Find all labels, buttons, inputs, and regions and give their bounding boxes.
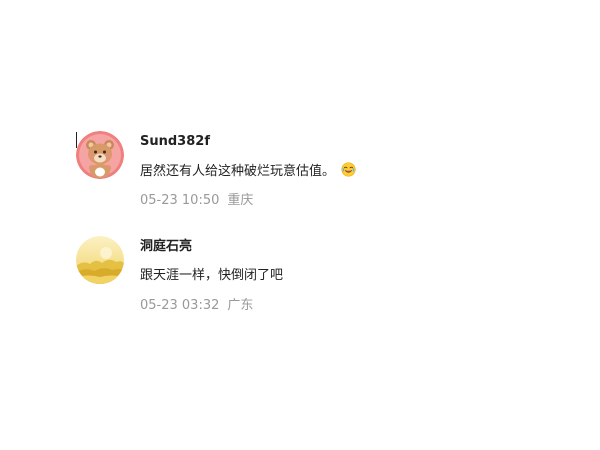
comment-meta: 05-23 03:32 广东	[140, 297, 253, 315]
comment-text: 居然还有人给这种破烂玩意估值。	[140, 164, 336, 179]
comment-meta: 05-23 10:50 重庆	[140, 192, 253, 210]
comment-time: 05-23 03:32	[140, 298, 220, 313]
comment-username[interactable]: Sund382f	[140, 133, 210, 151]
comment-item: Sund382f 居然还有人给这种破烂玩意估值。 05-23 10:50 重庆	[76, 131, 576, 221]
comment-username[interactable]: 洞庭石亮	[140, 238, 192, 256]
comment-location: 重庆	[227, 193, 254, 208]
laughing-crying-emoji-icon	[341, 162, 356, 177]
comment-time: 05-23 10:50	[140, 193, 220, 208]
comment-text-row: 居然还有人给这种破烂玩意估值。	[140, 162, 356, 181]
comment-item: 洞庭石亮 跟天涯一样，快倒闭了吧 05-23 03:32 广东	[76, 236, 576, 326]
comment-location: 广东	[227, 298, 254, 313]
cartoon-bear-avatar-icon[interactable]	[76, 131, 124, 179]
landscape-avatar-icon[interactable]	[76, 236, 124, 284]
comment-text: 跟天涯一样，快倒闭了吧	[140, 268, 284, 283]
